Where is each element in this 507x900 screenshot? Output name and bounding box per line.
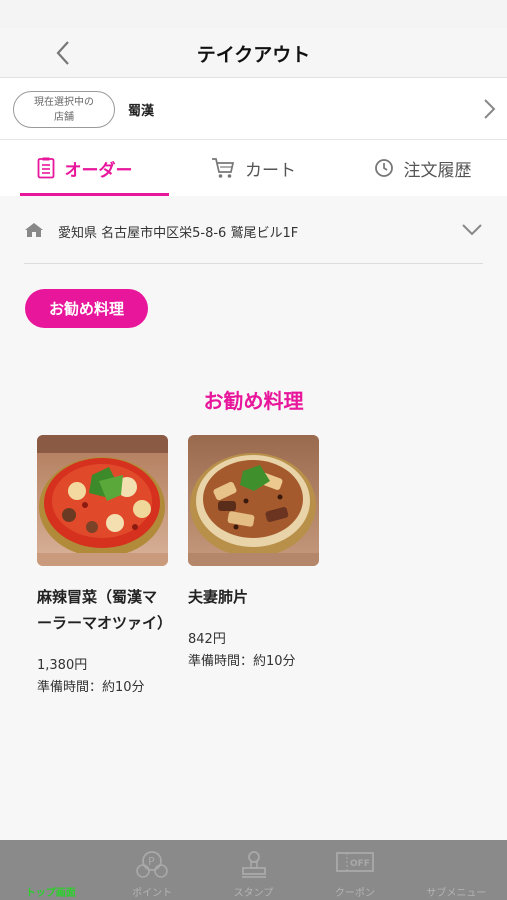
- section-title: お勧め料理: [203, 389, 304, 413]
- bottom-nav-coupon-label: クーポン: [334, 888, 375, 899]
- bottom-nav-points-label: ポイント: [132, 888, 173, 899]
- menu-item-photo[interactable]: [188, 435, 319, 566]
- order-list-icon: [37, 157, 54, 179]
- bottom-nav-stamp-label: スタンプ: [233, 888, 274, 899]
- menu-item-card[interactable]: 麻辣冒菜（蜀漢マーラーマオツァイ） 1,380円 準備時間：約10分: [37, 435, 173, 699]
- clock-icon: [374, 159, 393, 177]
- tab-order-history-label: 注文履歴: [403, 160, 472, 181]
- home-icon: [25, 223, 43, 237]
- menu-item-card[interactable]: 夫妻肺片 842円 準備時間：約10分: [188, 435, 320, 673]
- menu-item-prep-time: 準備時間：約10分: [188, 654, 296, 669]
- store-address: 愛知県 名古屋市中区栄5-8-6 鷲尾ビル1F: [58, 226, 299, 241]
- tab-cart-label: カート: [245, 160, 296, 181]
- bottom-nav-submenu-label: サブメニュー: [426, 888, 487, 899]
- menu-item-price: 1,380円: [37, 658, 88, 673]
- menu-item-photo[interactable]: [37, 435, 168, 566]
- tab-order-history[interactable]: 注文履歴: [338, 140, 507, 196]
- tab-order-label: オーダー: [64, 160, 133, 181]
- bottom-nav-stamp[interactable]: スタンプ: [203, 840, 304, 900]
- current-store-badge-line1: 現在選択中の: [34, 97, 94, 108]
- coupon-icon: OFF: [336, 852, 374, 872]
- cart-icon: [212, 158, 235, 178]
- menu-item-name: 夫妻肺片: [188, 588, 249, 606]
- page-title: テイクアウト: [196, 44, 311, 66]
- menu-item-prep-time: 準備時間：約10分: [37, 680, 145, 695]
- store-name: 蜀漢: [128, 104, 155, 119]
- chevron-right-icon[interactable]: [481, 96, 497, 122]
- category-pill-recommended[interactable]: お勧め料理: [25, 289, 148, 328]
- address-row[interactable]: 愛知県 名古屋市中区栄5-8-6 鷲尾ビル1F: [24, 196, 483, 264]
- store-selector[interactable]: 現在選択中の 店舗 蜀漢: [0, 78, 507, 140]
- stamp-icon: [241, 851, 266, 878]
- points-icon: P: [136, 851, 168, 878]
- tab-cart[interactable]: カート: [169, 140, 338, 196]
- svg-text:P: P: [148, 855, 155, 868]
- status-bar: [0, 0, 507, 28]
- tab-bar: オーダー カート 注文履歴: [0, 140, 507, 196]
- bottom-nav-top[interactable]: トップ画面: [0, 840, 101, 900]
- menu-item-price: 842円: [188, 632, 226, 647]
- bottom-nav: トップ画面 P ポイント スタンプ OFF クーポン サブメニュー: [0, 840, 507, 900]
- bottom-nav-submenu[interactable]: サブメニュー: [406, 840, 507, 900]
- svg-text:OFF: OFF: [350, 859, 370, 869]
- current-store-badge-line2: 店舗: [54, 112, 74, 123]
- nav-header: テイクアウト: [0, 28, 507, 78]
- current-store-badge: 現在選択中の 店舗: [13, 91, 115, 128]
- bottom-nav-coupon[interactable]: OFF クーポン: [304, 840, 405, 900]
- bottom-nav-top-label: トップ画面: [25, 888, 76, 899]
- bottom-nav-points[interactable]: P ポイント: [101, 840, 202, 900]
- menu-item-name: 麻辣冒菜（蜀漢マーラーマオツァイ）: [37, 588, 173, 632]
- tab-order[interactable]: オーダー: [0, 140, 169, 196]
- chevron-down-icon[interactable]: [461, 223, 483, 236]
